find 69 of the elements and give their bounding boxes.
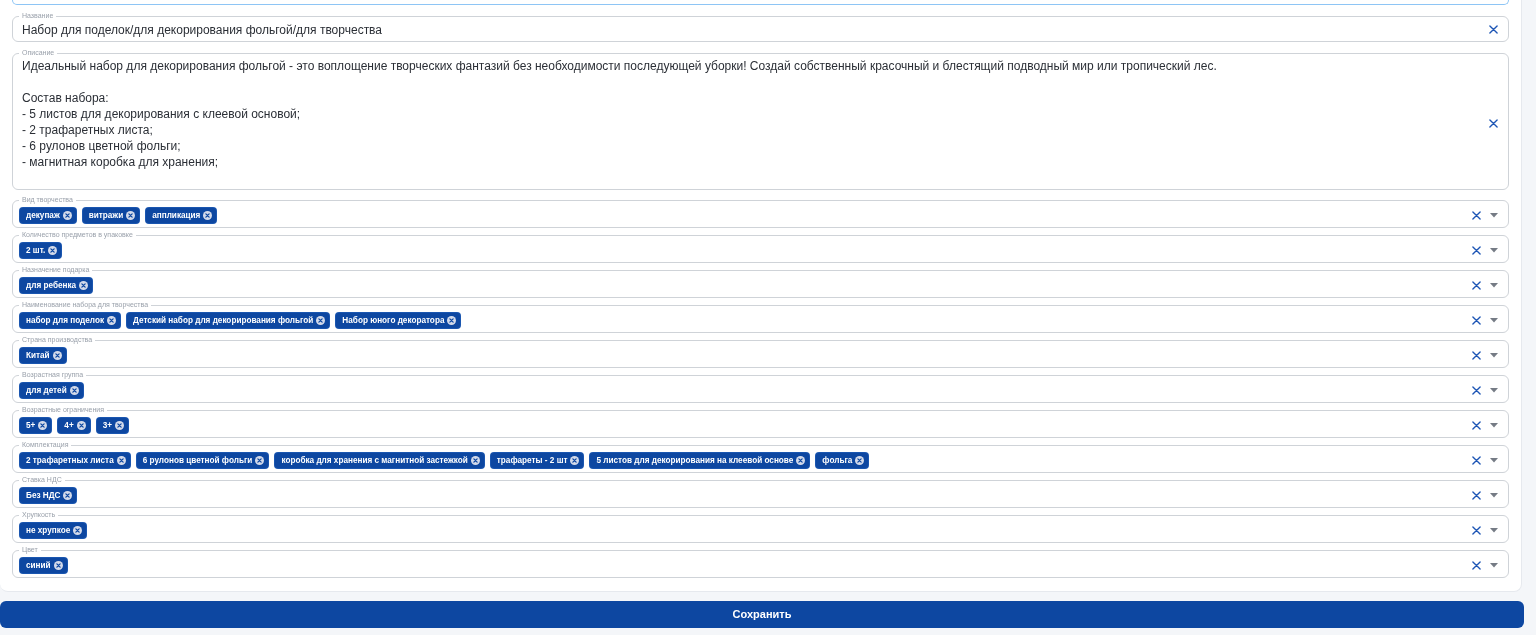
close-circle-icon[interactable] <box>107 316 117 325</box>
tag-text: трафареты - 2 шт <box>496 455 568 466</box>
dropdown-caret-icon[interactable] <box>1490 528 1498 533</box>
clear-icon[interactable] <box>1472 491 1481 500</box>
tag-text: Детский набор для декорирования фольгой <box>133 315 314 326</box>
tag-text: набор для поделок <box>26 315 105 326</box>
tag-text: Набор юного декоратора <box>342 315 445 326</box>
tag-text: декупаж <box>26 210 60 221</box>
close-circle-icon[interactable] <box>52 351 62 360</box>
tag-text: 3+ <box>102 420 113 431</box>
tag-text: аппликация <box>152 210 201 221</box>
dropdown-caret-icon[interactable] <box>1490 563 1498 568</box>
dropdown-caret-icon[interactable] <box>1490 248 1498 253</box>
close-circle-icon[interactable] <box>115 421 125 430</box>
dropdown-caret-icon[interactable] <box>1490 213 1498 218</box>
close-circle-icon[interactable] <box>203 211 213 220</box>
close-circle-icon[interactable] <box>63 491 73 500</box>
tag-text: не хрупкое <box>26 525 71 536</box>
tag-text: для детей <box>26 385 67 396</box>
clear-icon[interactable] <box>1472 316 1481 325</box>
save-button[interactable]: Сохранить <box>0 601 1524 628</box>
tag-text: 5+ <box>26 420 36 431</box>
close-circle-icon[interactable] <box>48 246 58 255</box>
close-circle-icon[interactable] <box>73 526 83 535</box>
tag-text: фольга <box>822 455 853 466</box>
tag-text: коробка для хранения с магнитной застежкой <box>281 455 468 466</box>
close-circle-icon[interactable] <box>796 456 806 465</box>
tag-text: синий <box>26 560 51 571</box>
dropdown-caret-icon[interactable] <box>1490 388 1498 393</box>
tag-text: 6 рулонов цветной фольги <box>142 455 253 466</box>
clear-icon[interactable] <box>1472 281 1481 290</box>
tag-text: витражи <box>88 210 124 221</box>
tag-text: 4+ <box>64 420 74 431</box>
close-circle-icon[interactable] <box>470 456 480 465</box>
close-circle-icon[interactable] <box>116 456 126 465</box>
dropdown-caret-icon[interactable] <box>1490 493 1498 498</box>
clear-icon[interactable] <box>1472 211 1481 220</box>
close-circle-icon[interactable] <box>255 456 265 465</box>
close-circle-icon[interactable] <box>76 421 86 430</box>
clear-icon[interactable] <box>1472 421 1481 430</box>
tag-text: 5 листов для декорирования на клеевой основе <box>596 455 794 466</box>
close-circle-icon[interactable] <box>79 281 89 290</box>
close-circle-icon[interactable] <box>62 211 72 220</box>
dropdown-caret-icon[interactable] <box>1490 283 1498 288</box>
dropdown-caret-icon[interactable] <box>1490 318 1498 323</box>
close-circle-icon[interactable] <box>316 316 326 325</box>
tag-text: Без НДС <box>26 490 61 501</box>
close-circle-icon[interactable] <box>38 421 48 430</box>
clear-icon[interactable] <box>1472 526 1481 535</box>
close-circle-icon[interactable] <box>570 456 580 465</box>
clear-icon[interactable] <box>1472 456 1481 465</box>
dropdown-caret-icon[interactable] <box>1490 423 1498 428</box>
close-circle-icon[interactable] <box>126 211 136 220</box>
tag-text: Китай <box>26 350 50 361</box>
clear-icon[interactable] <box>1472 246 1481 255</box>
close-circle-icon[interactable] <box>69 386 79 395</box>
tag-text: для ребенка <box>26 280 77 291</box>
clear-icon[interactable] <box>1489 118 1498 128</box>
close-circle-icon[interactable] <box>447 316 457 325</box>
clear-icon[interactable] <box>1472 386 1481 395</box>
clear-icon[interactable] <box>1472 561 1481 570</box>
clear-icon[interactable] <box>1472 351 1481 360</box>
clear-icon[interactable] <box>1489 25 1498 34</box>
tag-text: 2 шт. <box>26 245 46 256</box>
close-circle-icon[interactable] <box>855 456 865 465</box>
tag-text: 2 трафаретных листа <box>26 455 114 466</box>
close-circle-icon[interactable] <box>53 561 63 570</box>
dropdown-caret-icon[interactable] <box>1490 353 1498 358</box>
dropdown-caret-icon[interactable] <box>1490 458 1498 463</box>
